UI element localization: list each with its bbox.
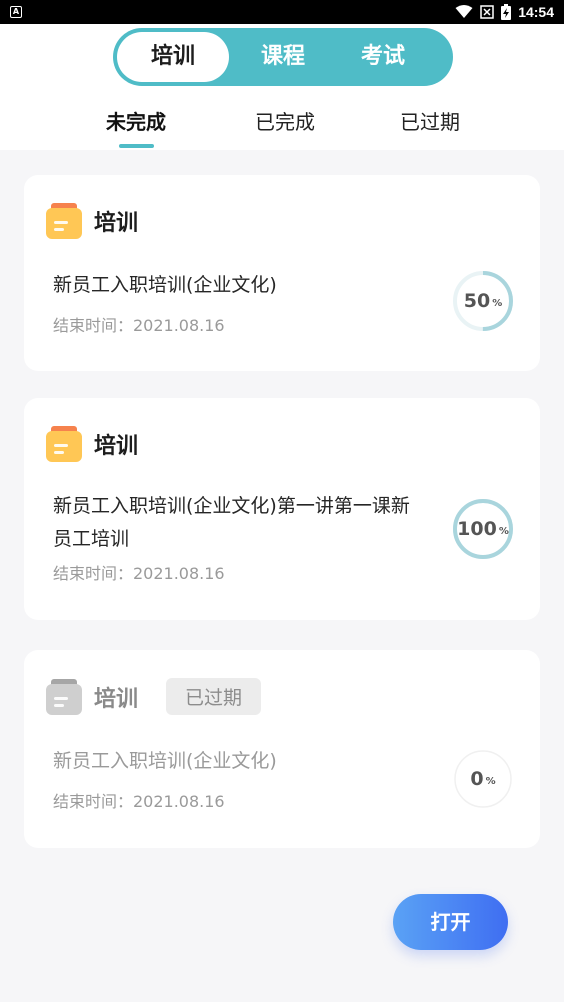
progress-ring: 100 % [452, 498, 514, 560]
card-type-label: 培训 [94, 686, 139, 712]
top-bar: 培训 课程 考试 未完成 已完成 已过期 [0, 24, 564, 150]
segment-exams[interactable]: 考试 [333, 28, 433, 86]
wifi-icon [455, 5, 473, 18]
card-end-time: 结束时间：2021.08.16 [53, 564, 225, 583]
progress-value: 0 [470, 768, 484, 790]
folder-icon [46, 678, 82, 715]
folder-icon [46, 203, 82, 239]
open-button[interactable]: 打开 [393, 894, 508, 950]
card-title: 新员工入职培训(企业文化)第一讲第一课新员工培训 [53, 495, 410, 550]
tab-incomplete[interactable]: 未完成 [76, 106, 196, 135]
progress-value: 50 [463, 290, 491, 312]
status-bar: A 14:54 [0, 0, 564, 24]
app-indicator-icon: A [10, 6, 22, 18]
training-card[interactable]: 培训 新员工入职培训(企业文化) 结束时间：2021.08.16 50 % [24, 175, 540, 371]
card-end-time: 结束时间：2021.08.16 [53, 792, 225, 811]
folder-icon [46, 426, 82, 462]
no-signal-icon [480, 5, 494, 19]
segmented-control: 培训 课程 考试 [113, 28, 453, 86]
card-header: 培训 [46, 426, 138, 462]
training-card[interactable]: 培训 新员工入职培训(企业文化)第一讲第一课新员工培训 结束时间：2021.08… [24, 398, 540, 620]
tab-expired[interactable]: 已过期 [370, 106, 490, 135]
progress-unit: % [485, 776, 496, 787]
card-end-time: 结束时间：2021.08.16 [53, 316, 225, 335]
card-header: 培训 已过期 [46, 678, 262, 715]
status-time: 14:54 [518, 4, 554, 20]
progress-value: 100 [457, 518, 497, 540]
battery-charging-icon [501, 4, 512, 20]
progress-ring: 0 % [452, 748, 514, 810]
segment-courses[interactable]: 课程 [233, 28, 333, 86]
expired-badge: 已过期 [166, 678, 262, 715]
progress-ring: 50 % [452, 270, 514, 332]
active-tab-indicator [119, 144, 154, 148]
card-header: 培训 [46, 203, 138, 239]
training-card-expired[interactable]: 培训 已过期 新员工入职培训(企业文化) 结束时间：2021.08.16 0 % [24, 650, 540, 848]
segment-training[interactable]: 培训 [117, 32, 229, 82]
card-title: 新员工入职培训(企业文化) [53, 274, 277, 296]
tab-completed[interactable]: 已完成 [225, 106, 345, 135]
progress-unit: % [498, 526, 509, 537]
card-type-label: 培训 [94, 434, 139, 459]
card-title: 新员工入职培训(企业文化) [53, 750, 277, 772]
progress-unit: % [492, 298, 503, 309]
card-type-label: 培训 [94, 211, 139, 236]
